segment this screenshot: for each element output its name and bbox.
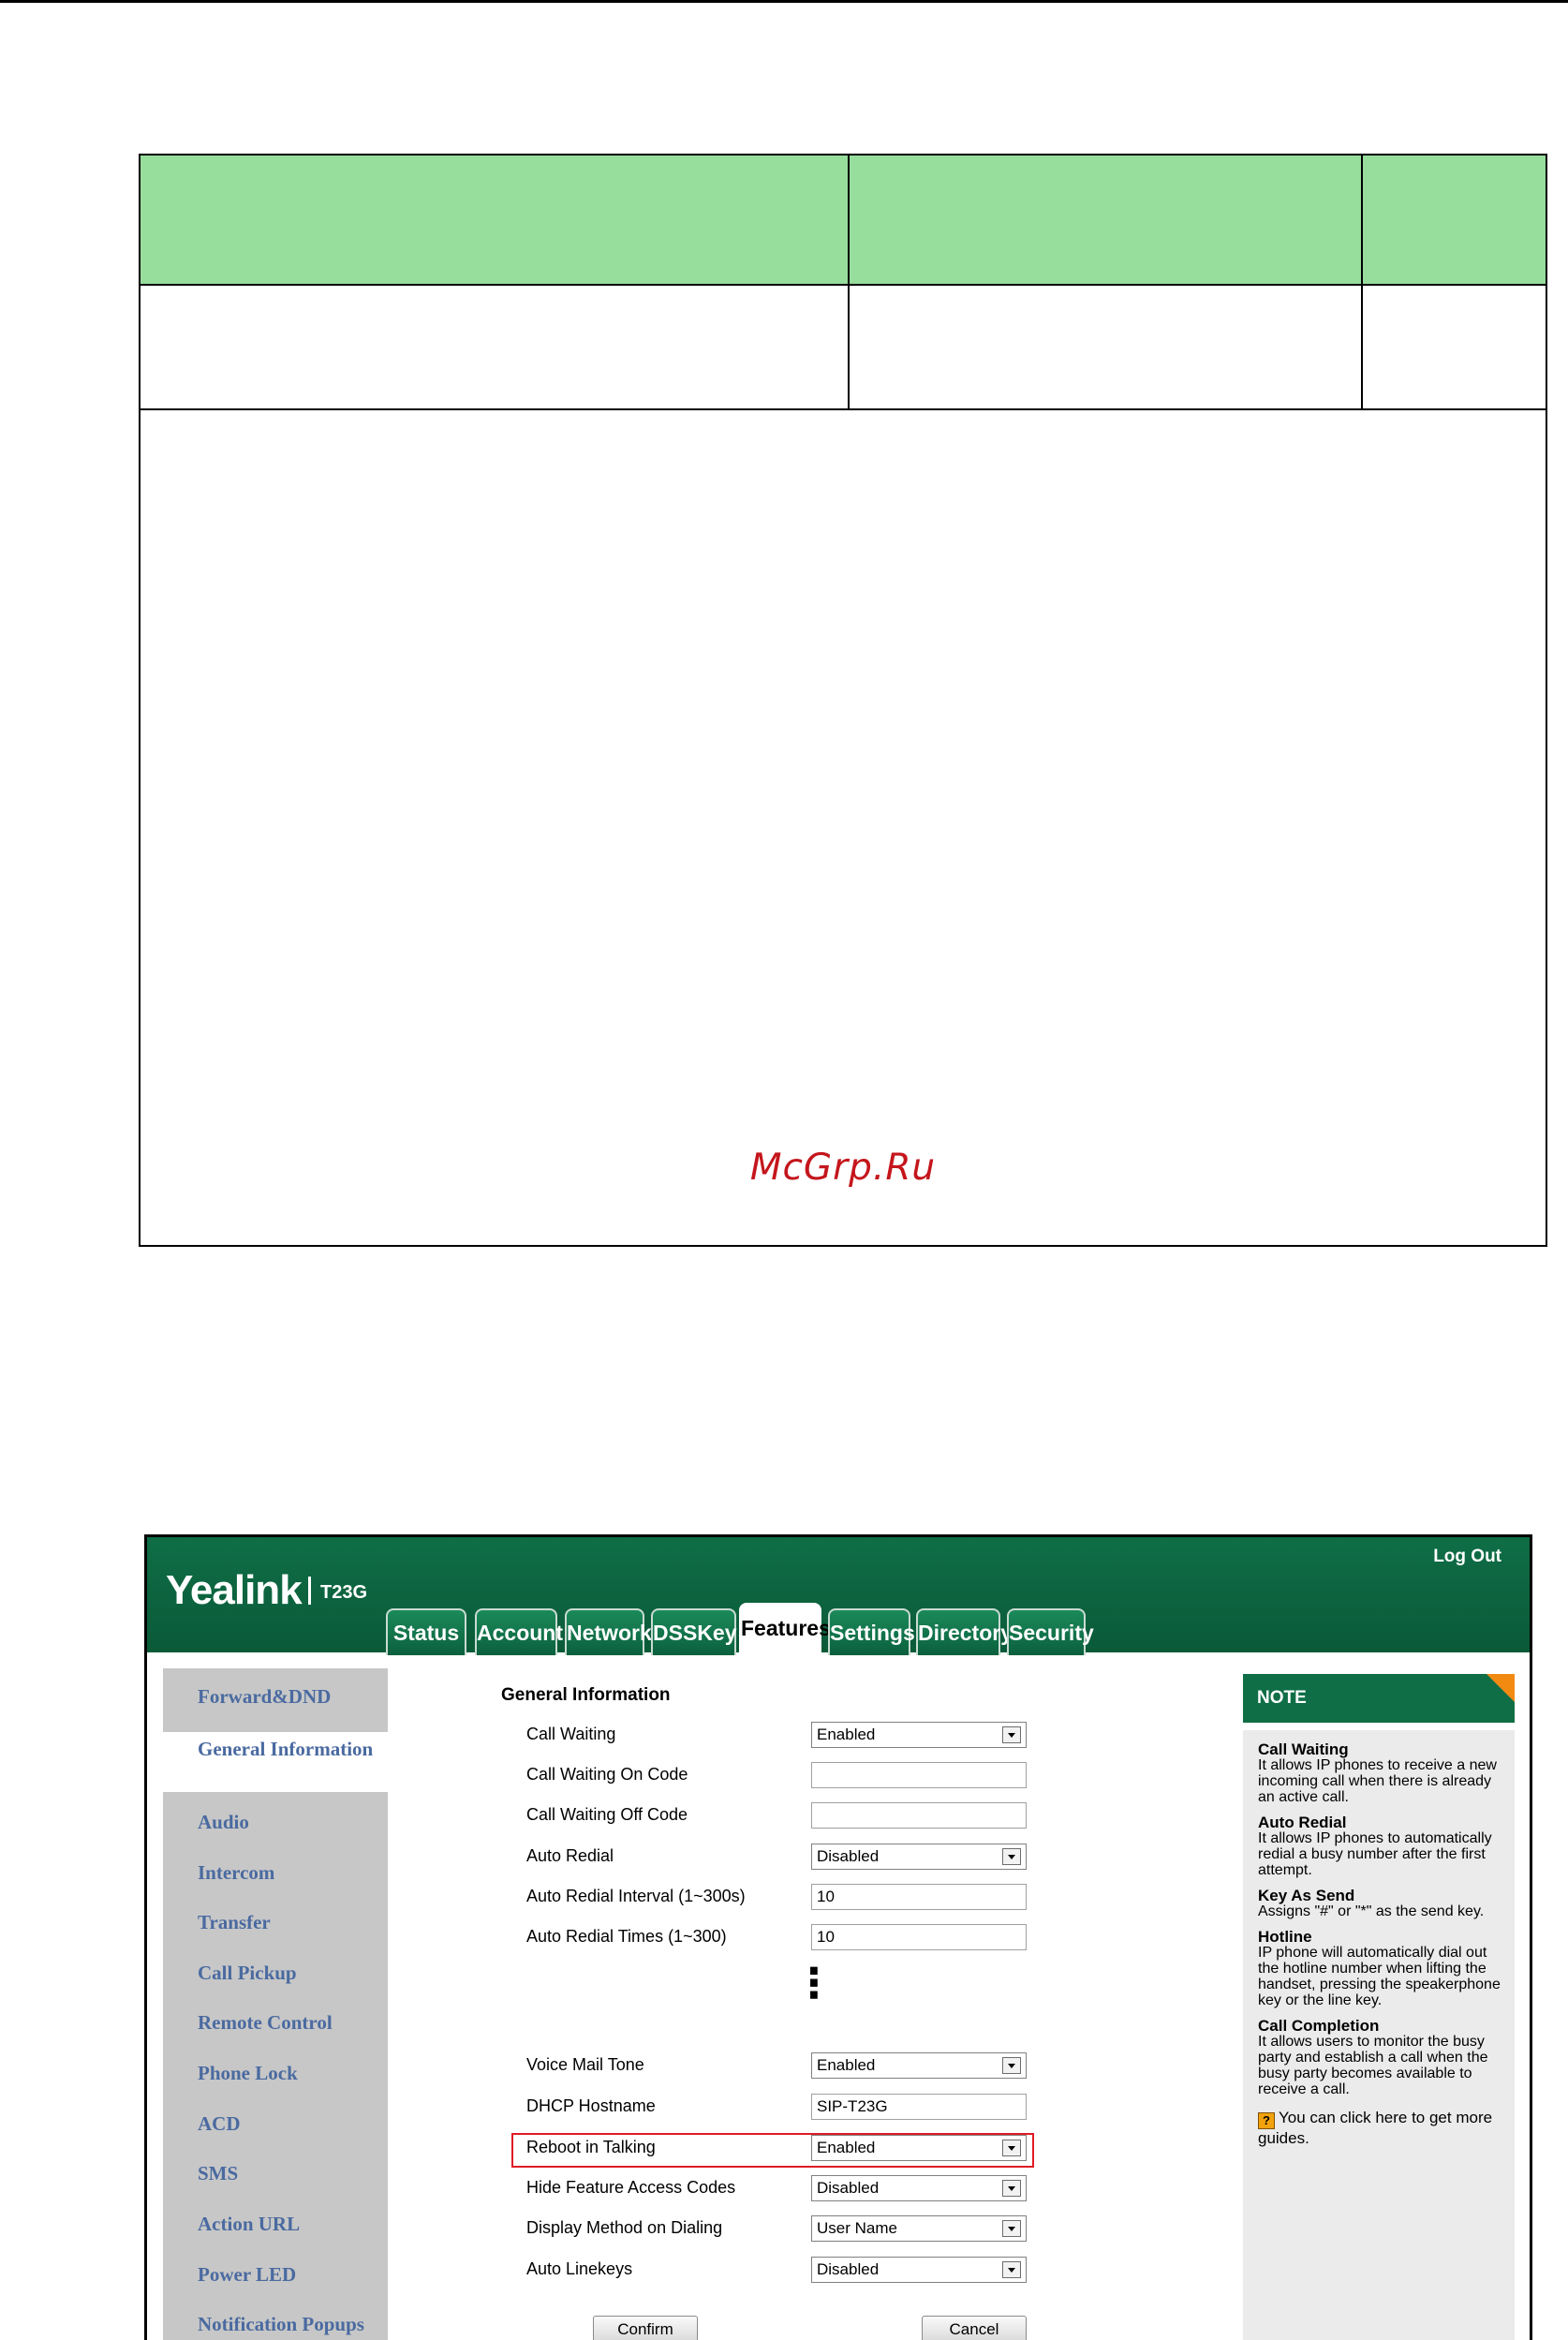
- note-item-text: It allows IP phones to receive a new inc…: [1258, 1757, 1497, 1805]
- call-waiting-on-code-input[interactable]: [811, 1762, 1027, 1788]
- chevron-down-icon: [1002, 2140, 1021, 2156]
- field-label: Call Waiting: [526, 1725, 616, 1743]
- sidebar-item-general-information[interactable]: General Information: [163, 1732, 397, 1792]
- field-label: Voice Mail Tone: [526, 2055, 644, 2074]
- logout-link[interactable]: Log Out: [1433, 1547, 1501, 1567]
- sidebar-item-remote-control[interactable]: Remote Control: [163, 2011, 388, 2035]
- ellipsis-icon: ⋮: [793, 1961, 835, 2007]
- guides-link[interactable]: ? You can click here to get more guides.: [1258, 2109, 1505, 2148]
- tab-network[interactable]: Network: [565, 1608, 652, 1655]
- call-waiting-select[interactable]: Enabled: [811, 1722, 1027, 1748]
- auto-redial-times-input[interactable]: [811, 1924, 1027, 1950]
- tab-account[interactable]: Account: [475, 1608, 563, 1655]
- cancel-button[interactable]: Cancel: [922, 2316, 1027, 2340]
- brand-logo: Yealink: [166, 1567, 303, 1613]
- help-icon: ?: [1258, 2112, 1275, 2129]
- auto-redial-interval-input[interactable]: [811, 1884, 1027, 1910]
- sidebar-item-sms[interactable]: SMS: [163, 2162, 388, 2185]
- note-item-text: IP phone will automatically dial out the…: [1258, 1945, 1501, 2008]
- header-banner: Yealink T23G Log Out Status Account Netw…: [147, 1537, 1530, 1655]
- note-item-title: Key As Send: [1258, 1887, 1355, 1904]
- note-item: Call Completion It allows users to monit…: [1258, 2018, 1505, 2097]
- field-label: Auto Redial Times (1~300): [526, 1927, 727, 1946]
- field-label: Call Waiting Off Code: [526, 1805, 688, 1824]
- sidebar-item-power-led[interactable]: Power LED: [163, 2263, 388, 2287]
- select-value: User Name: [817, 2219, 897, 2237]
- note-panel: Call Waiting It allows IP phones to rece…: [1243, 1730, 1515, 2340]
- select-value: Disabled: [817, 2179, 880, 2197]
- table-divider: [848, 156, 850, 410]
- sidebar-item-acd[interactable]: ACD: [163, 2112, 388, 2136]
- sidebar-item-forward-dnd[interactable]: Forward&DND: [163, 1685, 388, 1709]
- note-item: Hotline IP phone will automatically dial…: [1258, 1929, 1505, 2008]
- web-ui-screenshot: Yealink T23G Log Out Status Account Netw…: [144, 1534, 1532, 2340]
- tab-directory[interactable]: Directory: [916, 1608, 1013, 1655]
- field-label: Auto Linekeys: [526, 2259, 633, 2278]
- note-item-title: Hotline: [1258, 1928, 1312, 1946]
- select-value: Disabled: [817, 1847, 880, 1865]
- table-divider: [1361, 156, 1363, 410]
- sidebar: Forward&DND General Information Audio In…: [163, 1668, 397, 2340]
- section-title: General Information: [501, 1685, 671, 1705]
- note-item: Auto Redial It allows IP phones to autom…: [1258, 1814, 1505, 1878]
- chevron-down-icon: [1002, 1726, 1021, 1743]
- sidebar-item-action-url[interactable]: Action URL: [163, 2213, 388, 2236]
- note-item-text: Assigns "#" or "*" as the send key.: [1258, 1903, 1485, 1919]
- document-table: McGrp.Ru: [139, 154, 1547, 1247]
- note-item-text: It allows users to monitor the busy part…: [1258, 2034, 1488, 2097]
- tab-dsskey[interactable]: DSSKey: [651, 1608, 736, 1655]
- auto-redial-select[interactable]: Disabled: [811, 1844, 1027, 1870]
- guides-link-text: You can click here to get more guides.: [1258, 2109, 1493, 2147]
- confirm-button[interactable]: Confirm: [593, 2316, 698, 2340]
- display-method-on-dialing-select[interactable]: User Name: [811, 2215, 1027, 2242]
- table-row: [141, 286, 1546, 410]
- top-rule: [0, 0, 1568, 3]
- corner-fold-icon: [1487, 1674, 1515, 1702]
- sidebar-item-call-pickup[interactable]: Call Pickup: [163, 1962, 388, 1985]
- call-waiting-off-code-input[interactable]: [811, 1802, 1027, 1829]
- select-value: Disabled: [817, 2260, 880, 2278]
- note-header: NOTE: [1243, 1674, 1515, 1723]
- watermark: McGrp.Ru: [749, 1147, 937, 1189]
- field-label: Display Method on Dialing: [526, 2218, 723, 2237]
- reboot-in-talking-select[interactable]: Enabled: [811, 2135, 1027, 2161]
- field-label: Call Waiting On Code: [526, 1765, 688, 1784]
- select-value: Enabled: [817, 2139, 876, 2156]
- chevron-down-icon: [1002, 2057, 1021, 2074]
- note-item-title: Auto Redial: [1258, 1814, 1347, 1831]
- tab-status[interactable]: Status: [386, 1608, 466, 1655]
- chevron-down-icon: [1002, 2261, 1021, 2278]
- select-value: Enabled: [817, 1725, 876, 1743]
- note-title: NOTE: [1257, 1688, 1307, 1708]
- note-item-title: Call Completion: [1258, 2017, 1380, 2035]
- sidebar-item-notification-popups[interactable]: Notification Popups: [163, 2313, 388, 2336]
- auto-linekeys-select[interactable]: Disabled: [811, 2257, 1027, 2283]
- model-label: T23G: [308, 1577, 367, 1605]
- field-label: Auto Redial: [526, 1846, 614, 1865]
- select-value: Enabled: [817, 2056, 876, 2074]
- field-label: DHCP Hostname: [526, 2096, 656, 2115]
- field-label: Auto Redial Interval (1~300s): [526, 1887, 746, 1905]
- dhcp-hostname-input[interactable]: [811, 2094, 1027, 2120]
- chevron-down-icon: [1002, 2220, 1021, 2237]
- note-item-title: Call Waiting: [1258, 1740, 1349, 1758]
- sidebar-item-phone-lock[interactable]: Phone Lock: [163, 2062, 388, 2085]
- voice-mail-tone-select[interactable]: Enabled: [811, 2052, 1027, 2079]
- note-item-text: It allows IP phones to automatically red…: [1258, 1830, 1492, 1878]
- chevron-down-icon: [1002, 2180, 1021, 2197]
- note-item: Key As Send Assigns "#" or "*" as the se…: [1258, 1888, 1505, 1919]
- sidebar-item-intercom[interactable]: Intercom: [163, 1861, 388, 1885]
- table-header-row: [141, 156, 1546, 286]
- field-label: Reboot in Talking: [526, 2138, 656, 2156]
- chevron-down-icon: [1002, 1848, 1021, 1865]
- hide-feature-access-codes-select[interactable]: Disabled: [811, 2175, 1027, 2201]
- sidebar-item-audio[interactable]: Audio: [163, 1811, 388, 1834]
- sidebar-item-transfer[interactable]: Transfer: [163, 1911, 388, 1934]
- tab-security[interactable]: Security: [1007, 1608, 1094, 1655]
- field-label: Hide Feature Access Codes: [526, 2178, 736, 2197]
- note-item: Call Waiting It allows IP phones to rece…: [1258, 1741, 1505, 1805]
- tab-features[interactable]: Features: [739, 1603, 831, 1655]
- tab-settings[interactable]: Settings: [828, 1608, 915, 1655]
